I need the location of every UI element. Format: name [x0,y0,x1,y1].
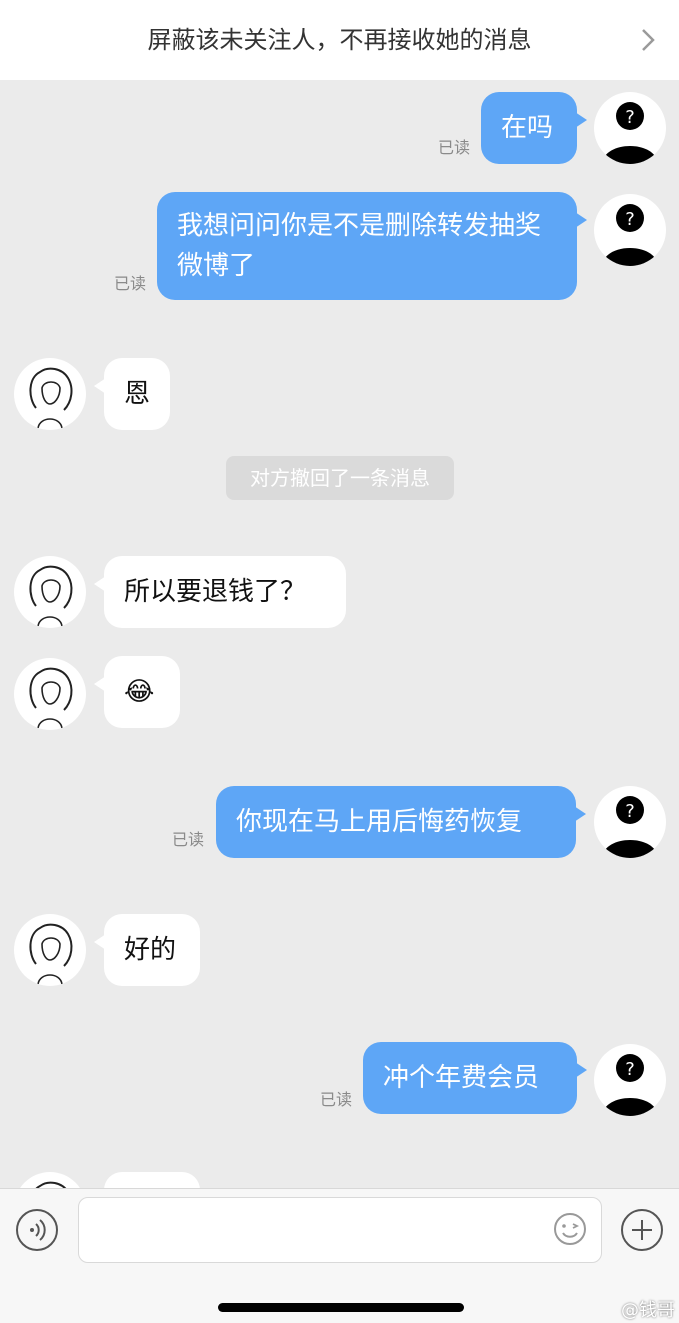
received-message-bubble[interactable]: 😂 [94,656,180,728]
block-stranger-bar[interactable]: 屏蔽该未关注人，不再接收她的消息 [0,0,679,80]
recalled-message-notice: 对方撤回了一条消息 [226,456,454,500]
contact-avatar[interactable] [14,556,86,628]
svg-text:?: ? [625,1059,635,1080]
home-indicator[interactable] [218,1303,464,1312]
anonymous-avatar-icon: ? [602,102,658,164]
anonymous-avatar-icon: ? [602,796,658,858]
svg-text:?: ? [625,107,635,128]
contact-avatar[interactable] [14,658,86,730]
received-message-bubble[interactable]: 所以要退钱了？ [94,556,346,628]
watermark: @钱哥 [621,1300,675,1321]
message-text: 恩 [124,379,151,409]
message-input[interactable] [78,1197,602,1263]
voice-icon [30,1219,46,1241]
my-avatar[interactable]: ? [594,1044,666,1116]
sketch-girl-avatar-icon [29,667,73,729]
message-text: 好的 [124,935,177,965]
contact-avatar[interactable] [14,914,86,986]
read-status: 已读 [319,1090,352,1109]
sent-message-bubble[interactable]: 我想问问你是不是删除转发抽奖微博了 [157,192,587,300]
chevron-right-icon [642,29,655,51]
svg-text:?: ? [625,801,635,822]
sketch-girl-avatar-icon [29,367,73,429]
my-avatar[interactable]: ? [594,92,666,164]
anonymous-avatar-icon: ? [602,1054,658,1116]
laugh-cry-emoji-icon: 😂 [124,677,155,707]
received-message-bubble[interactable]: 好的 [94,914,200,986]
sent-message-bubble[interactable]: 在吗 [481,92,587,164]
sketch-girl-avatar-icon [29,923,73,985]
my-avatar[interactable]: ? [594,194,666,266]
sketch-girl-avatar-icon [29,565,73,627]
read-status: 已读 [171,830,204,849]
contact-avatar[interactable] [14,358,86,430]
message-text: 我想问问你是不是删除转发抽奖微博了 [177,211,542,281]
received-message-bubble[interactable]: 恩 [94,358,170,430]
message-text: 所以要退钱了？ [124,577,307,607]
anonymous-avatar-icon: ? [602,204,658,266]
message-text: 你现在马上用后悔药恢复 [236,807,523,837]
emoji-button-icon[interactable] [552,1211,588,1247]
sent-message-bubble[interactable]: 你现在马上用后悔药恢复 [216,786,586,858]
block-stranger-text: 屏蔽该未关注人，不再接收她的消息 [147,26,532,54]
plus-icon [632,1220,652,1240]
read-status: 已读 [113,274,146,293]
message-text: 在吗 [501,113,554,143]
voice-button[interactable] [16,1209,58,1251]
message-text: 冲个年费会员 [383,1063,540,1093]
svg-text:?: ? [625,209,635,230]
read-status: 已读 [437,138,470,157]
my-avatar[interactable]: ? [594,786,666,858]
sent-message-bubble[interactable]: 冲个年费会员 [363,1042,587,1114]
add-attachment-button[interactable] [621,1209,663,1251]
